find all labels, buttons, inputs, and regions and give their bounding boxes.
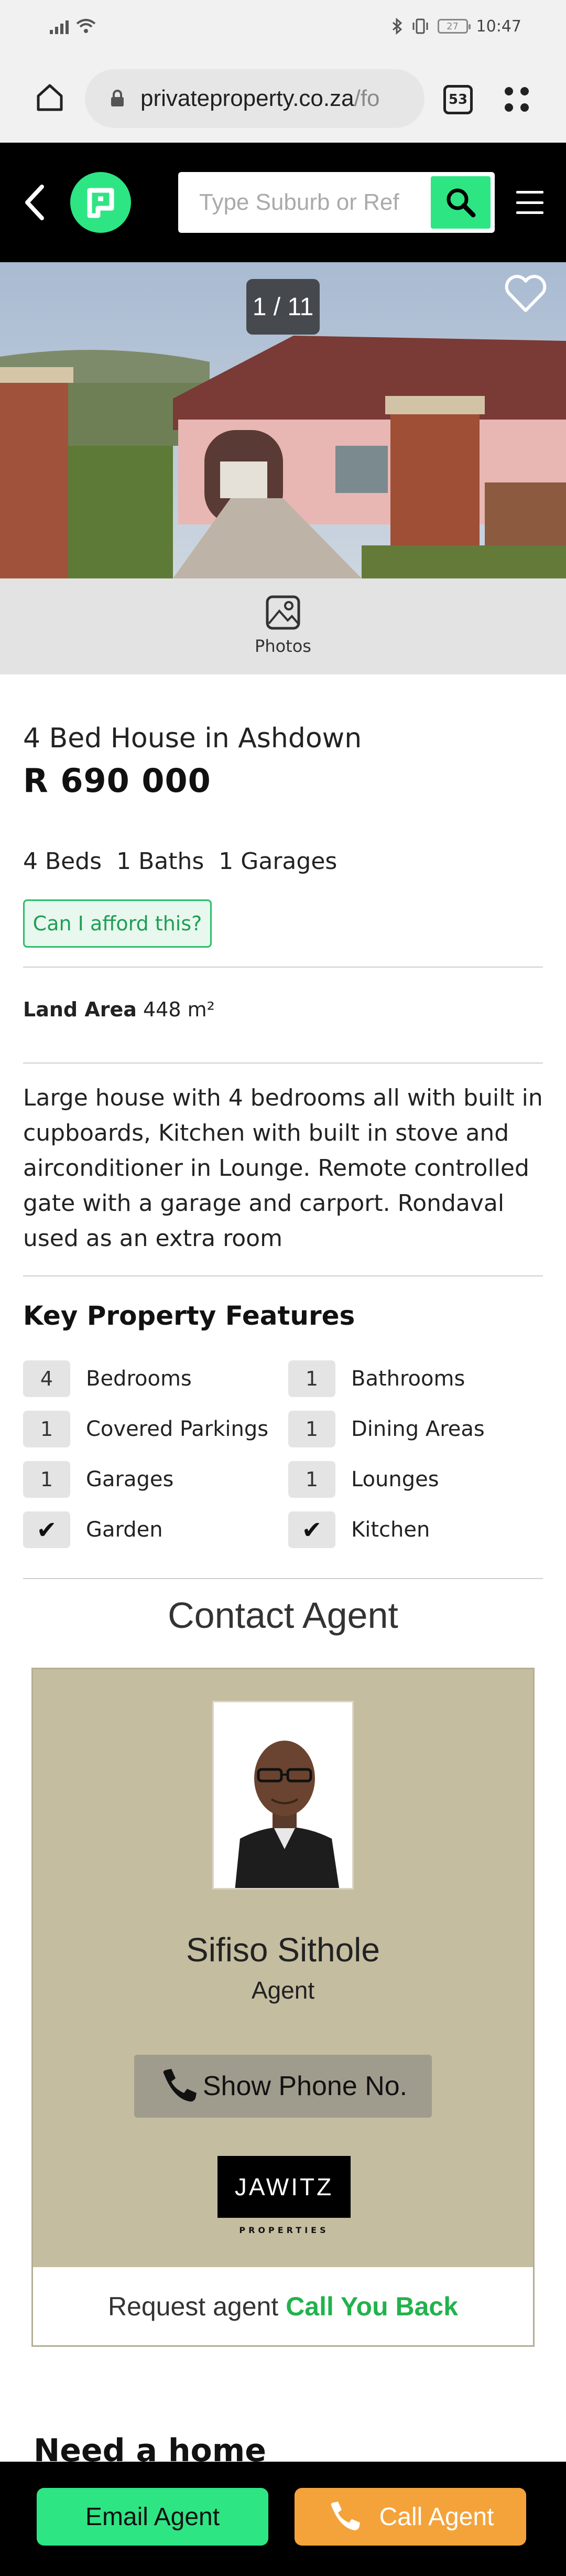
photos-button[interactable]: Photos	[0, 578, 566, 674]
feature-label: Dining Areas	[351, 1417, 485, 1441]
signal-icon	[50, 18, 69, 34]
url-text: privateproperty.co.za/fo	[140, 85, 380, 112]
back-arrow-icon[interactable]	[19, 181, 50, 223]
listing-description: Large house with 4 bedrooms all with bui…	[23, 1085, 543, 1252]
listing-photo[interactable]: 1 / 11	[0, 262, 566, 578]
show-phone-button[interactable]: Show Phone No.	[134, 2055, 432, 2118]
wifi-icon	[76, 19, 96, 33]
call-agent-label: Call Agent	[379, 2503, 494, 2531]
browser-toolbar: privateproperty.co.za/fo 53	[0, 52, 566, 143]
divider	[23, 1275, 543, 1276]
site-logo[interactable]	[70, 172, 131, 233]
feature-count: 1	[23, 1461, 70, 1498]
feature-count: 1	[288, 1360, 335, 1397]
beds-count: 4 Beds	[23, 848, 102, 875]
features-heading: Key Property Features	[23, 1301, 355, 1331]
tab-count: 53	[448, 92, 468, 108]
photos-label: Photos	[255, 636, 311, 656]
divider	[23, 967, 543, 968]
search-button[interactable]	[431, 176, 491, 229]
search-input[interactable]	[178, 172, 430, 233]
feature-item: 1 Dining Areas	[288, 1411, 485, 1447]
search-icon	[447, 188, 476, 218]
browser-menu-icon[interactable]	[500, 84, 532, 115]
contact-heading: Contact Agent	[168, 1595, 398, 1636]
bluetooth-icon	[392, 18, 402, 35]
land-area-value: 448 m²	[143, 998, 215, 1021]
feature-count: 4	[23, 1360, 70, 1397]
affordability-button[interactable]: Can I afford this?	[23, 899, 212, 948]
favourite-heart-icon[interactable]	[502, 273, 549, 315]
feature-item: 4 Bedrooms	[23, 1360, 192, 1397]
lock-icon	[111, 90, 124, 106]
feature-item: 1 Covered Parkings	[23, 1411, 268, 1447]
feature-label: Covered Parkings	[86, 1417, 269, 1441]
phone-icon	[163, 2069, 197, 2102]
feature-label: Garden	[86, 1518, 163, 1542]
feature-item: 1 Bathrooms	[288, 1360, 465, 1397]
show-phone-label: Show Phone No.	[202, 2071, 408, 2101]
site-header	[0, 143, 566, 262]
home-button[interactable]	[31, 79, 68, 115]
status-bar: 27 10:47	[0, 0, 566, 52]
agent-name: Sifiso Sithole	[186, 1931, 380, 1969]
phone-icon	[331, 2502, 360, 2530]
tab-switcher-button[interactable]: 53	[443, 85, 473, 114]
agent-portrait-image	[214, 1702, 352, 1888]
feature-label: Bedrooms	[86, 1367, 192, 1391]
battery-icon: 27	[437, 19, 471, 34]
email-agent-button[interactable]: Email Agent	[37, 2488, 268, 2546]
feature-label: Kitchen	[351, 1518, 430, 1542]
feature-item: 1 Lounges	[288, 1461, 439, 1498]
url-domain: privateproperty.co.za	[140, 85, 354, 111]
feature-item: ✔ Kitchen	[288, 1511, 430, 1548]
listing-price: R 690 000	[23, 761, 211, 800]
call-agent-button[interactable]: Call Agent	[295, 2488, 526, 2546]
vibrate-icon	[412, 18, 428, 34]
garages-count: 1 Garages	[219, 848, 338, 875]
spec-summary: 4 Beds 1 Baths 1 Garages	[23, 848, 337, 875]
agent-card: Sifiso Sithole Agent Show Phone No. JAWI…	[31, 1668, 535, 2347]
listing-title: 4 Bed House in Ashdown	[23, 723, 362, 754]
feature-label: Lounges	[351, 1467, 439, 1491]
search-box	[178, 172, 495, 233]
feature-count: 1	[288, 1461, 335, 1498]
check-icon: ✔	[288, 1511, 335, 1548]
address-bar[interactable]: privateproperty.co.za/fo	[85, 69, 424, 128]
divider	[23, 1062, 543, 1064]
status-right: 27 10:47	[391, 15, 521, 38]
feature-item: ✔ Garden	[23, 1511, 163, 1548]
feature-label: Bathrooms	[351, 1367, 465, 1391]
home-icon	[37, 84, 63, 111]
request-callback-link[interactable]: Request agent Call You Back	[33, 2267, 533, 2345]
logo-mark-icon	[87, 188, 114, 218]
divider	[23, 1578, 543, 1579]
photos-icon	[266, 595, 300, 630]
url-path: /fo	[354, 85, 380, 111]
baths-count: 1 Baths	[116, 848, 204, 875]
battery-level: 27	[447, 20, 459, 32]
callback-action: Call You Back	[286, 2291, 459, 2321]
feature-count: 1	[288, 1411, 335, 1447]
agency-logo[interactable]: JAWITZ	[217, 2156, 351, 2218]
land-area-label: Land Area	[23, 998, 137, 1021]
photo-counter: 1 / 11	[246, 279, 320, 335]
clock: 10:47	[476, 17, 521, 36]
signal-area	[50, 16, 96, 37]
agency-subtitle: PROPERTIES	[239, 2225, 329, 2235]
feature-count: 1	[23, 1411, 70, 1447]
callback-prefix: Request agent	[107, 2291, 279, 2321]
agent-role: Agent	[251, 1977, 315, 2004]
feature-item: 1 Garages	[23, 1461, 173, 1498]
check-icon: ✔	[23, 1511, 70, 1548]
land-area: Land Area 448 m²	[23, 998, 215, 1021]
feature-label: Garages	[86, 1467, 174, 1491]
sticky-action-bar: Email Agent Call Agent	[0, 2462, 566, 2576]
hamburger-menu-icon[interactable]	[516, 191, 543, 214]
agent-avatar	[212, 1701, 354, 1890]
